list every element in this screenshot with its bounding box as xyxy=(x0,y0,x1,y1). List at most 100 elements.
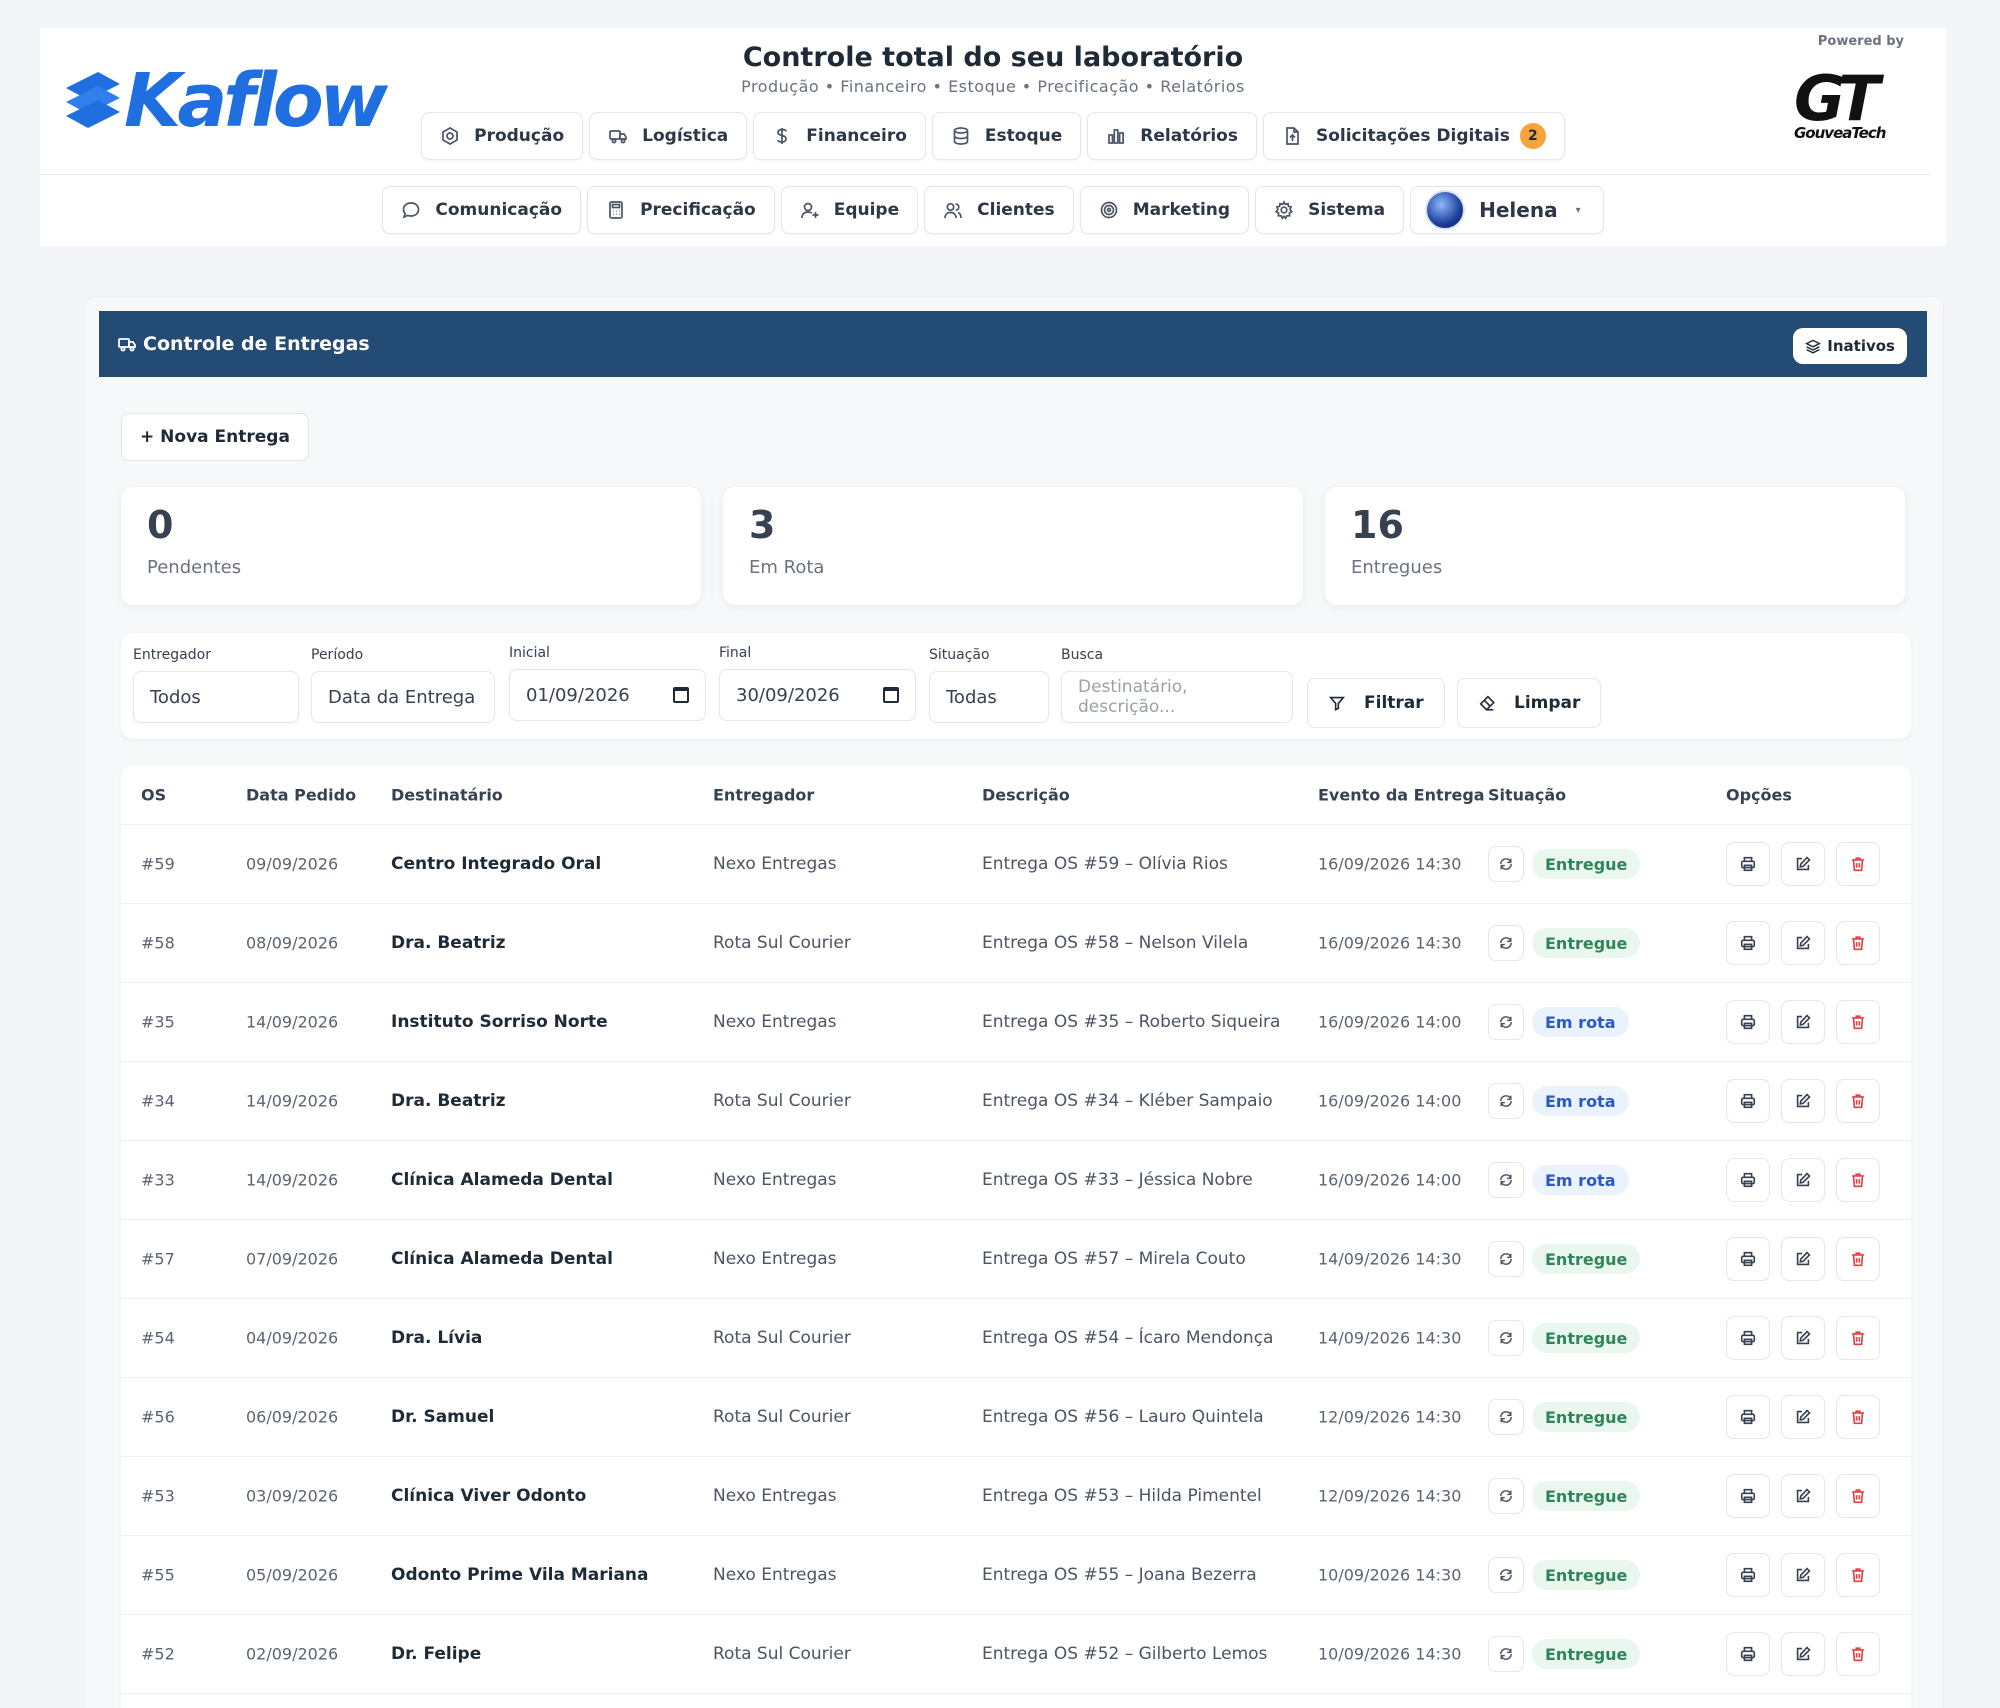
nav-marketing[interactable]: Marketing xyxy=(1079,186,1250,234)
delete-button[interactable] xyxy=(1836,1474,1880,1518)
col-header-situacao[interactable]: Situação xyxy=(1488,785,1566,804)
print-button[interactable] xyxy=(1726,1237,1770,1281)
col-header-evento[interactable]: Evento da Entrega xyxy=(1318,785,1485,804)
main-nav-row-1: Produção Logística Financeiro Estoque Re… xyxy=(40,112,1946,160)
table-row[interactable]: #54 04/09/2026 Dra. Lívia Rota Sul Couri… xyxy=(121,1299,1911,1378)
delete-button[interactable] xyxy=(1836,1158,1880,1202)
delete-button[interactable] xyxy=(1836,1000,1880,1044)
calendar-icon[interactable] xyxy=(883,687,899,703)
edit-icon xyxy=(1796,1014,1811,1029)
table-row[interactable]: #53 03/09/2026 Clínica Viver Odonto Nexo… xyxy=(121,1457,1911,1536)
table-row[interactable]: #34 14/09/2026 Dra. Beatriz Rota Sul Cou… xyxy=(121,1062,1911,1141)
print-button[interactable] xyxy=(1726,1316,1770,1360)
periodo-select[interactable]: Data da Entrega xyxy=(311,671,495,723)
nav-precificacao[interactable]: Precificação xyxy=(587,186,775,234)
table-row[interactable]: #35 14/09/2026 Instituto Sorriso Norte N… xyxy=(121,983,1911,1062)
print-button[interactable] xyxy=(1726,1632,1770,1676)
clear-button[interactable]: Limpar xyxy=(1457,678,1602,728)
calendar-icon[interactable] xyxy=(673,687,689,703)
nav-estoque[interactable]: Estoque xyxy=(931,112,1082,160)
delete-button[interactable] xyxy=(1836,842,1880,886)
delete-button[interactable] xyxy=(1836,921,1880,965)
table-row[interactable]: #55 05/09/2026 Odonto Prime Vila Mariana… xyxy=(121,1536,1911,1615)
nav-financeiro[interactable]: Financeiro xyxy=(753,112,926,160)
cell-entregador: Nexo Entregas xyxy=(713,1249,837,1269)
col-header-destinatario[interactable]: Destinatário xyxy=(391,785,503,804)
edit-button[interactable] xyxy=(1781,1553,1825,1597)
filter-button[interactable]: Filtrar xyxy=(1307,678,1445,728)
edit-button[interactable] xyxy=(1781,1632,1825,1676)
situacao-select[interactable]: Todas xyxy=(929,671,1049,723)
edit-button[interactable] xyxy=(1781,1079,1825,1123)
print-button[interactable] xyxy=(1726,1553,1770,1597)
delete-button[interactable] xyxy=(1836,1079,1880,1123)
nav-sistema[interactable]: Sistema xyxy=(1255,186,1405,234)
filter-final: Final 30/09/2026 xyxy=(719,645,916,721)
cell-destinatario: Dra. Beatriz xyxy=(391,933,506,953)
nav-solicitacoes-digitais[interactable]: Solicitações Digitais 2 xyxy=(1262,112,1565,160)
table-row[interactable]: #59 09/09/2026 Centro Integrado Oral Nex… xyxy=(121,825,1911,904)
chat-icon xyxy=(402,202,420,219)
cell-destinatario: Dra. Lívia xyxy=(391,1328,483,1348)
end-date-input[interactable]: 30/09/2026 xyxy=(719,669,916,721)
refresh-status-button[interactable] xyxy=(1488,1557,1524,1593)
status-badge: Entregue xyxy=(1532,1639,1641,1669)
production-icon xyxy=(442,127,458,145)
table-row[interactable]: #52 02/09/2026 Dr. Felipe Rota Sul Couri… xyxy=(121,1615,1911,1694)
printer-icon xyxy=(1740,1330,1756,1346)
table-row[interactable]: #58 08/09/2026 Dra. Beatriz Rota Sul Cou… xyxy=(121,904,1911,983)
refresh-status-button[interactable] xyxy=(1488,1478,1524,1514)
entregador-select[interactable]: Todos xyxy=(133,671,299,723)
refresh-status-button[interactable] xyxy=(1488,1162,1524,1198)
print-button[interactable] xyxy=(1726,1000,1770,1044)
delete-button[interactable] xyxy=(1836,1553,1880,1597)
printer-icon xyxy=(1740,1488,1756,1504)
nav-relatorios[interactable]: Relatórios xyxy=(1087,112,1257,160)
edit-button[interactable] xyxy=(1781,1000,1825,1044)
nav-logistica[interactable]: Logística xyxy=(589,112,748,160)
edit-button[interactable] xyxy=(1781,1158,1825,1202)
table-row[interactable]: #56 06/09/2026 Dr. Samuel Rota Sul Couri… xyxy=(121,1378,1911,1457)
delete-button[interactable] xyxy=(1836,1395,1880,1439)
edit-button[interactable] xyxy=(1781,1237,1825,1281)
col-header-data-pedido[interactable]: Data Pedido xyxy=(246,785,356,804)
user-menu[interactable]: Helena ▾ xyxy=(1410,186,1604,234)
print-button[interactable] xyxy=(1726,1158,1770,1202)
refresh-status-button[interactable] xyxy=(1488,925,1524,961)
col-header-descricao[interactable]: Descrição xyxy=(982,785,1070,804)
edit-button[interactable] xyxy=(1781,1395,1825,1439)
filter-label: Inicial xyxy=(509,645,550,661)
search-input[interactable]: Destinatário, descrição... xyxy=(1061,671,1293,723)
nav-clientes[interactable]: Clientes xyxy=(924,186,1074,234)
col-header-os[interactable]: OS xyxy=(141,785,166,804)
new-delivery-button[interactable]: + Nova Entrega xyxy=(121,413,309,461)
start-date-input[interactable]: 01/09/2026 xyxy=(509,669,706,721)
refresh-status-button[interactable] xyxy=(1488,1636,1524,1672)
refresh-status-button[interactable] xyxy=(1488,846,1524,882)
nav-producao[interactable]: Produção xyxy=(421,112,584,160)
print-button[interactable] xyxy=(1726,1395,1770,1439)
col-header-entregador[interactable]: Entregador xyxy=(713,785,814,804)
refresh-status-button[interactable] xyxy=(1488,1320,1524,1356)
table-row[interactable]: #57 07/09/2026 Clínica Alameda Dental Ne… xyxy=(121,1220,1911,1299)
edit-button[interactable] xyxy=(1781,1316,1825,1360)
inativos-button[interactable]: Inativos xyxy=(1793,328,1907,364)
nav-equipe[interactable]: Equipe xyxy=(780,186,919,234)
delete-button[interactable] xyxy=(1836,1237,1880,1281)
delete-button[interactable] xyxy=(1836,1632,1880,1676)
refresh-status-button[interactable] xyxy=(1488,1083,1524,1119)
edit-button[interactable] xyxy=(1781,842,1825,886)
print-button[interactable] xyxy=(1726,921,1770,965)
eraser-icon xyxy=(1479,695,1495,711)
refresh-status-button[interactable] xyxy=(1488,1241,1524,1277)
refresh-status-button[interactable] xyxy=(1488,1004,1524,1040)
print-button[interactable] xyxy=(1726,1079,1770,1123)
print-button[interactable] xyxy=(1726,842,1770,886)
delete-button[interactable] xyxy=(1836,1316,1880,1360)
table-row[interactable]: #33 14/09/2026 Clínica Alameda Dental Ne… xyxy=(121,1141,1911,1220)
edit-button[interactable] xyxy=(1781,921,1825,965)
nav-comunicacao[interactable]: Comunicação xyxy=(382,186,582,234)
edit-button[interactable] xyxy=(1781,1474,1825,1518)
refresh-status-button[interactable] xyxy=(1488,1399,1524,1435)
print-button[interactable] xyxy=(1726,1474,1770,1518)
